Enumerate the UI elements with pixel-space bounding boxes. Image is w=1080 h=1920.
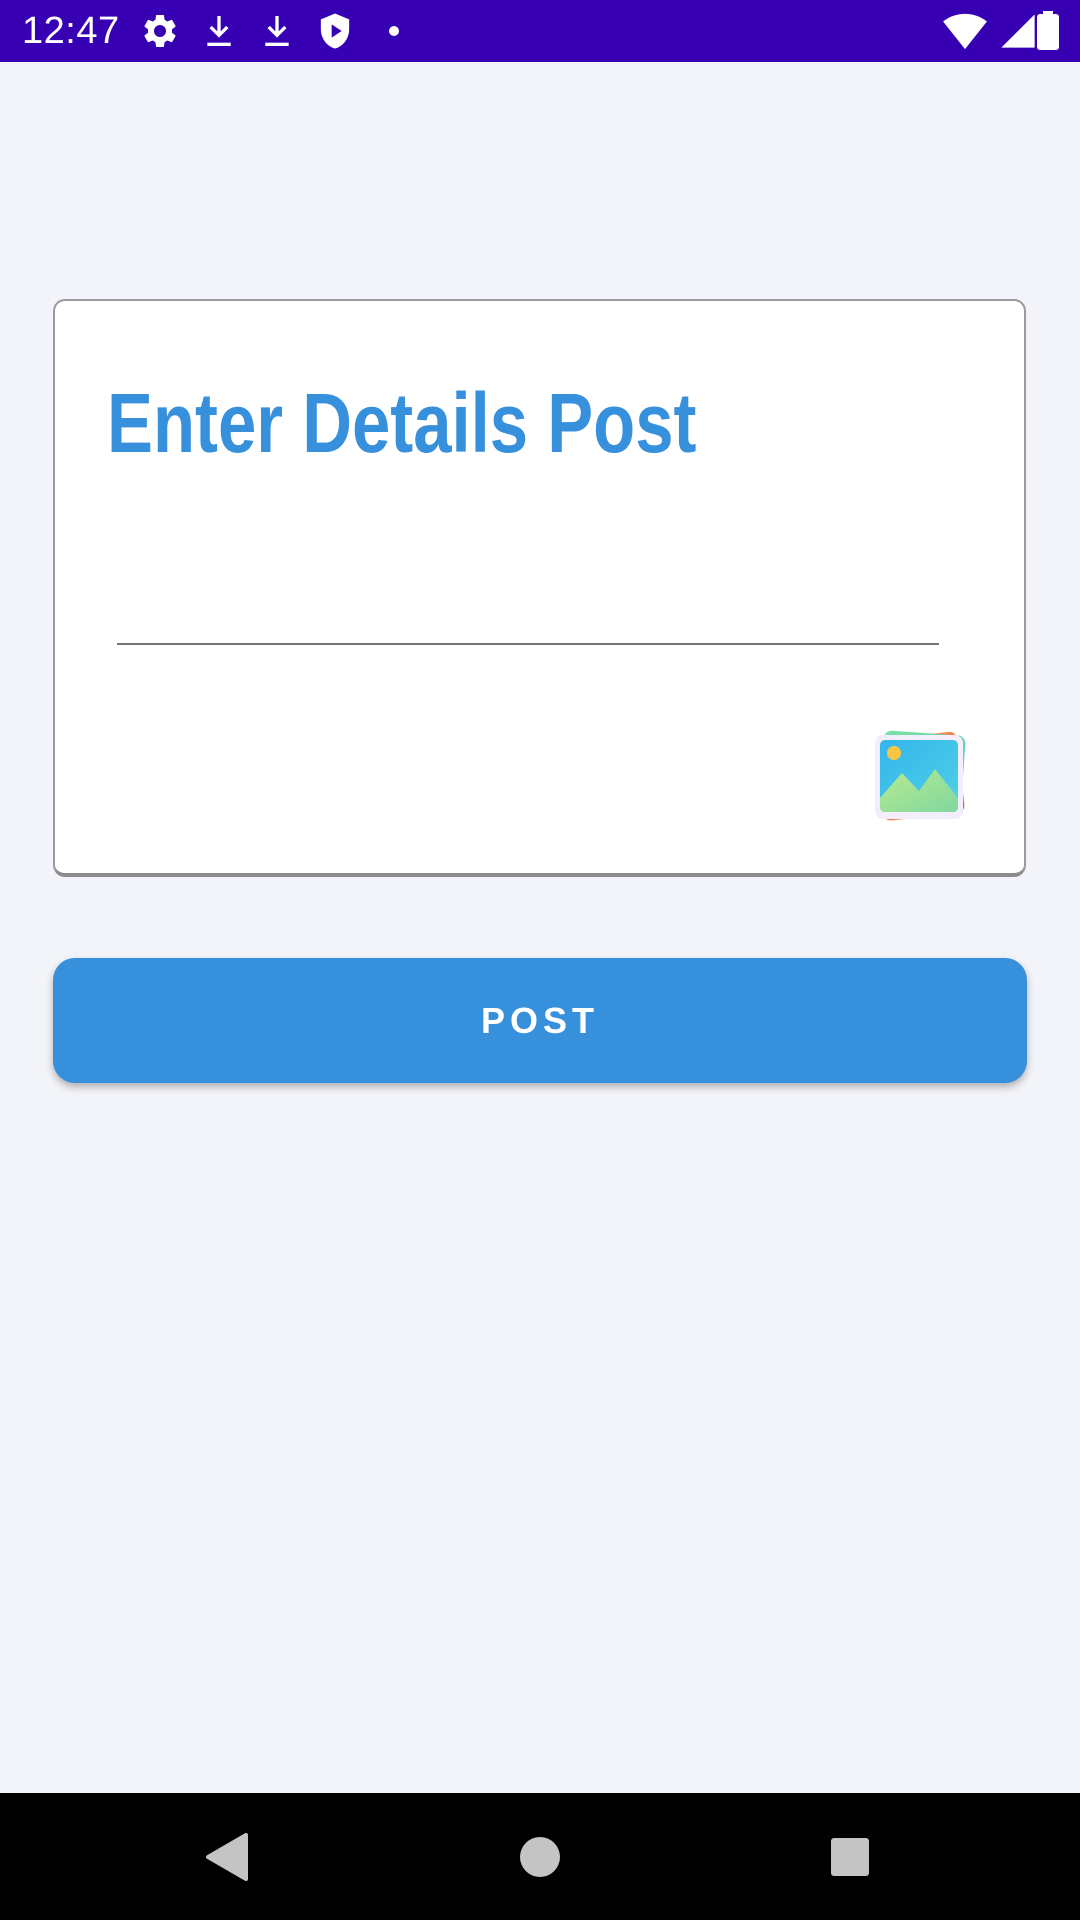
card-title: Enter Details Post: [107, 376, 697, 470]
home-icon[interactable]: [512, 1829, 568, 1885]
status-time: 12:47: [22, 10, 120, 52]
download-icon: [257, 11, 297, 51]
wifi-icon: [942, 11, 988, 51]
signal-icon: [998, 11, 1038, 51]
recents-icon[interactable]: [822, 1829, 878, 1885]
post-button[interactable]: POST: [53, 958, 1027, 1083]
details-input[interactable]: [117, 565, 939, 645]
dot-icon: [374, 11, 414, 51]
back-icon[interactable]: [200, 1829, 256, 1885]
gallery-icon[interactable]: [867, 725, 977, 825]
status-bar: 12:47: [0, 0, 1080, 62]
shield-play-icon: [315, 11, 355, 51]
gear-icon: [140, 11, 180, 51]
battery-icon: [1036, 11, 1060, 51]
navigation-bar: [0, 1793, 1080, 1920]
download-icon: [199, 11, 239, 51]
post-details-card: Enter Details Post: [53, 299, 1026, 877]
